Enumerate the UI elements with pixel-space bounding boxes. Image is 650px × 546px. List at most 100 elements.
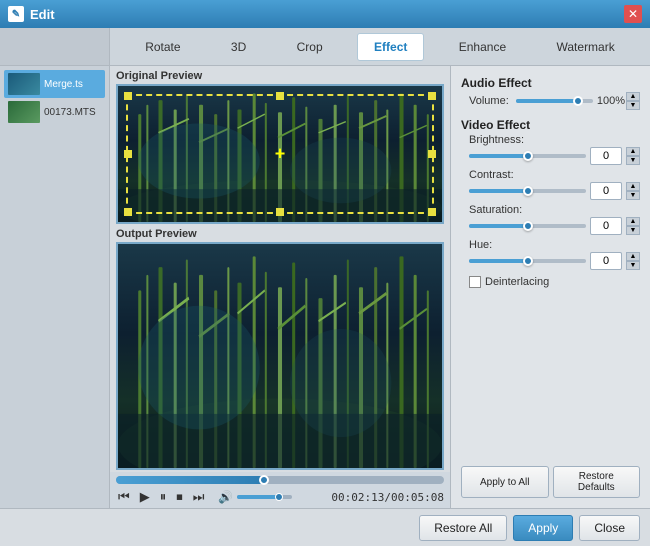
brightness-spinner: ▲ ▼ (626, 147, 640, 165)
center-panel: Original Preview (110, 66, 450, 508)
saturation-label: Saturation: (469, 204, 640, 216)
volume-slider-right[interactable] (516, 99, 593, 103)
original-video-bg: + (118, 86, 442, 222)
contrast-up[interactable]: ▲ (626, 182, 640, 191)
audio-effect-section: Audio Effect Volume: 100% ▲ ▼ (461, 76, 640, 110)
contrast-input[interactable] (590, 182, 622, 200)
volume-slider[interactable] (237, 495, 292, 499)
play-button[interactable]: ▶ (138, 488, 152, 506)
tab-bar: Rotate 3D Crop Effect Enhance Watermark (0, 28, 650, 66)
saturation-row-wrapper: Saturation: ▲ ▼ (461, 204, 640, 235)
hue-input[interactable] (590, 252, 622, 270)
file-item-merge[interactable]: Merge.ts (4, 70, 105, 98)
hue-up[interactable]: ▲ (626, 252, 640, 261)
contrast-fill (469, 189, 528, 193)
brightness-thumb[interactable] (523, 151, 533, 161)
controls-row: ⏮ ▶ ⏸ ⏹ ⏭ 🔊 00:02:13/00:05:08 (116, 488, 444, 506)
file-thumb-00173 (8, 101, 40, 123)
original-video-frame: + (116, 84, 444, 224)
restore-all-button[interactable]: Restore All (419, 515, 507, 541)
tab-3d[interactable]: 3D (215, 33, 262, 61)
contrast-slider[interactable] (469, 189, 586, 193)
hue-down[interactable]: ▼ (626, 261, 640, 270)
bottom-bar: Restore All Apply Close (0, 508, 650, 546)
volume-spinner: ▲ ▼ (626, 92, 640, 110)
volume-up[interactable]: ▲ (626, 92, 640, 101)
skip-end-button[interactable]: ⏭ (191, 488, 207, 506)
brightness-fill (469, 154, 528, 158)
volume-value-group: 100% ▲ ▼ (597, 92, 640, 110)
original-video-svg (118, 86, 442, 222)
brightness-row: ▲ ▼ (469, 147, 640, 165)
tab-buttons-container: Rotate 3D Crop Effect Enhance Watermark (110, 28, 650, 65)
progress-fill (116, 476, 264, 484)
hue-fill (469, 259, 528, 263)
volume-right-thumb[interactable] (573, 96, 583, 106)
window-title: Edit (30, 7, 55, 22)
title-bar: ✎ Edit ✕ (0, 0, 650, 28)
output-video-svg (118, 244, 442, 468)
brightness-up[interactable]: ▲ (626, 147, 640, 156)
video-effect-section: Video Effect Brightness: ▲ (461, 118, 640, 288)
app-icon: ✎ (8, 6, 24, 22)
file-name-merge: Merge.ts (44, 79, 83, 90)
progress-bar[interactable] (116, 476, 444, 484)
body-area: Merge.ts 00173.MTS Original Preview (0, 66, 650, 508)
hue-slider[interactable] (469, 259, 586, 263)
volume-label: Volume: (469, 95, 512, 107)
effect-actions: Apply to All Restore Defaults (461, 466, 640, 498)
tab-crop[interactable]: Crop (281, 33, 339, 61)
tab-enhance[interactable]: Enhance (443, 33, 522, 61)
saturation-fill (469, 224, 528, 228)
volume-down[interactable]: ▼ (626, 101, 640, 110)
file-name-00173: 00173.MTS (44, 107, 96, 118)
close-button[interactable]: Close (579, 515, 640, 541)
saturation-input[interactable] (590, 217, 622, 235)
stop-button[interactable]: ⏹ (174, 488, 185, 506)
brightness-row-wrapper: Brightness: ▲ ▼ (461, 134, 640, 165)
file-item-00173[interactable]: 00173.MTS (4, 98, 105, 126)
deinterlacing-label: Deinterlacing (485, 276, 549, 288)
contrast-thumb[interactable] (523, 186, 533, 196)
saturation-down[interactable]: ▼ (626, 226, 640, 235)
contrast-label: Contrast: (469, 169, 640, 181)
right-panel: Audio Effect Volume: 100% ▲ ▼ (450, 66, 650, 508)
output-preview-label: Output Preview (116, 228, 444, 240)
deinterlacing-row: Deinterlacing (469, 276, 640, 288)
saturation-row: ▲ ▼ (469, 217, 640, 235)
contrast-row: ▲ ▼ (469, 182, 640, 200)
audio-section-title: Audio Effect (461, 76, 640, 90)
skip-start-button[interactable]: ⏮ (116, 488, 132, 506)
volume-slider-fill (237, 495, 278, 499)
deinterlacing-checkbox[interactable] (469, 276, 481, 288)
volume-row: Volume: 100% ▲ ▼ (469, 92, 640, 110)
tab-effect[interactable]: Effect (357, 33, 424, 61)
brightness-input[interactable] (590, 147, 622, 165)
hue-row-wrapper: Hue: ▲ ▼ (461, 239, 640, 270)
restore-defaults-button[interactable]: Restore Defaults (553, 466, 641, 498)
pause-button[interactable]: ⏸ (158, 488, 169, 506)
contrast-down[interactable]: ▼ (626, 191, 640, 200)
tab-watermark[interactable]: Watermark (541, 33, 631, 61)
file-sidebar: Merge.ts 00173.MTS (0, 66, 110, 508)
progress-thumb[interactable] (259, 475, 269, 485)
hue-label: Hue: (469, 239, 640, 251)
saturation-up[interactable]: ▲ (626, 217, 640, 226)
brightness-label: Brightness: (469, 134, 640, 146)
brightness-down[interactable]: ▼ (626, 156, 640, 165)
original-preview-section: Original Preview (110, 66, 450, 226)
brightness-slider[interactable] (469, 154, 586, 158)
saturation-thumb[interactable] (523, 221, 533, 231)
close-window-button[interactable]: ✕ (624, 5, 642, 23)
apply-button[interactable]: Apply (513, 515, 573, 541)
volume-value: 100% (597, 95, 625, 107)
volume-icon: 🔊 (218, 490, 233, 504)
volume-slider-thumb[interactable] (275, 493, 283, 501)
playback-section: ⏮ ▶ ⏸ ⏹ ⏭ 🔊 00:02:13/00:05:08 (110, 472, 450, 508)
hue-thumb[interactable] (523, 256, 533, 266)
apply-to-all-button[interactable]: Apply to All (461, 466, 549, 498)
volume-section: 🔊 (218, 490, 292, 504)
tab-rotate[interactable]: Rotate (129, 33, 196, 61)
volume-right-fill (516, 99, 577, 103)
saturation-slider[interactable] (469, 224, 586, 228)
